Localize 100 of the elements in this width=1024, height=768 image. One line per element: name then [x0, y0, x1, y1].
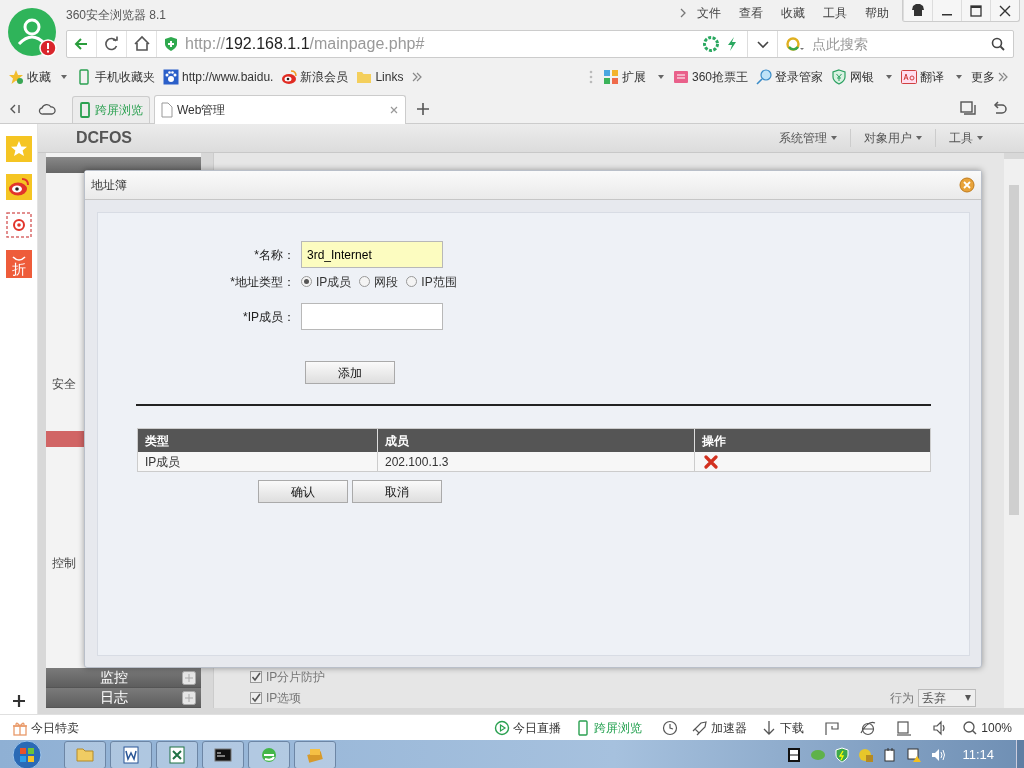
bookmark-link[interactable]: Links: [356, 68, 404, 86]
film-icon[interactable]: [786, 747, 803, 763]
play-icon: [494, 719, 511, 736]
radio-option[interactable]: IP范围: [406, 272, 457, 291]
phone-icon: [76, 69, 92, 85]
menu-item[interactable]: 帮助: [865, 4, 889, 22]
grip-icon: [588, 69, 593, 85]
add-button[interactable]: 添加: [305, 361, 395, 384]
shield-icon[interactable]: [834, 747, 851, 763]
action-select[interactable]: 丢弃: [918, 688, 976, 707]
column-header[interactable]: 类型: [138, 429, 378, 452]
window-title: 360安全浏览器 8.1: [66, 7, 168, 24]
translate-icon: [901, 69, 917, 85]
menu-item[interactable]: 收藏: [781, 4, 805, 22]
shield-icon: [831, 69, 847, 85]
bookmark-link[interactable]: http://www.baidu.: [163, 68, 274, 86]
bookmark-link[interactable]: 手机收藏夹: [76, 68, 155, 86]
cloud-icon[interactable]: [38, 102, 56, 116]
status-button[interactable]: 今日直播: [494, 718, 562, 737]
menu-item[interactable]: 查看: [739, 4, 763, 22]
option-label: IP分片防护: [266, 668, 326, 686]
nav-highlight[interactable]: [46, 431, 86, 447]
scrollbar[interactable]: [1004, 159, 1024, 708]
toolbar-button[interactable]: 翻译: [901, 68, 963, 86]
status-button[interactable]: 加速器: [692, 718, 748, 737]
caret-icon: [831, 135, 837, 141]
dropdown-menu-button[interactable]: 工具: [935, 129, 996, 147]
spreadsheet-icon[interactable]: [167, 745, 187, 765]
status-button[interactable]: 下载: [761, 718, 805, 737]
status-dot-icon[interactable]: [810, 747, 827, 763]
table-cell: 202.100.1.3: [378, 452, 695, 471]
dropdown-menu-button[interactable]: 系统管理: [766, 129, 850, 147]
ip-member-field[interactable]: [301, 303, 443, 330]
field-label: *IP成员：: [242, 308, 296, 326]
start-button[interactable]: [10, 740, 44, 768]
field-label: *名称：: [253, 246, 296, 264]
browser-icon[interactable]: [860, 719, 877, 736]
bookmark-link[interactable]: 新浪会员: [281, 68, 349, 86]
paw-icon: [163, 69, 179, 85]
field-label: *地址类型：: [229, 273, 296, 291]
nav-group-label: 安全: [51, 376, 77, 393]
radio-option[interactable]: 网段: [359, 272, 399, 291]
nav-section-header[interactable]: 日志: [46, 688, 201, 708]
checkbox[interactable]: [250, 691, 262, 704]
delete-icon[interactable]: [704, 454, 718, 469]
status-link[interactable]: 今日特卖: [12, 718, 79, 737]
clock-icon[interactable]: [662, 719, 679, 736]
dialog-button[interactable]: 确认: [258, 480, 348, 503]
caret-icon: [955, 73, 963, 81]
nav-section-header[interactable]: 监控: [46, 668, 201, 688]
star-icon: [8, 69, 24, 85]
status-button[interactable]: 跨屏浏览: [575, 718, 643, 737]
name-field[interactable]: 3rd_Internet: [301, 241, 443, 268]
bookmark-link[interactable]: 收藏: [8, 68, 68, 86]
browser-tab[interactable]: Web管理: [154, 95, 406, 124]
add-icon[interactable]: [11, 694, 26, 708]
flag-icon[interactable]: [824, 719, 841, 736]
search-icon: [962, 719, 979, 736]
toolbar-button[interactable]: 360抢票王: [672, 68, 748, 86]
folder-icon: [356, 69, 373, 85]
show-desktop-button[interactable]: [1016, 740, 1024, 768]
undo-icon[interactable]: [992, 101, 1008, 117]
toolbar-button[interactable]: 扩展: [602, 68, 665, 86]
word-icon[interactable]: [121, 745, 141, 765]
menu-item[interactable]: 工具: [823, 4, 847, 22]
toolbar-button[interactable]: 更多: [971, 68, 1008, 86]
menu-item[interactable]: 文件: [697, 4, 721, 22]
column-header[interactable]: 操作: [695, 429, 930, 452]
skin-icon[interactable]: [910, 2, 926, 19]
toolbar-button[interactable]: 网银: [831, 68, 893, 86]
windows-icon[interactable]: [960, 101, 976, 117]
app-logo: DCFOS: [76, 128, 133, 148]
network-warning-icon[interactable]: [906, 747, 923, 763]
table-cell: IP成员: [138, 452, 378, 471]
dialog-button[interactable]: 取消: [352, 480, 442, 503]
caret-icon: [916, 135, 922, 141]
collapse-icon[interactable]: [8, 102, 22, 116]
column-header[interactable]: 成员: [378, 429, 695, 452]
grid-icon: [602, 69, 619, 85]
double-chevron-icon: [998, 71, 1008, 83]
chevron-right-icon[interactable]: [678, 7, 688, 19]
avatar-icon[interactable]: [8, 8, 58, 58]
expand-icon[interactable]: [182, 690, 196, 705]
caret-icon: [964, 693, 972, 702]
rocket-icon: [692, 719, 709, 736]
dropdown-menu-button[interactable]: 对象用户: [850, 129, 935, 147]
double-chevron-icon[interactable]: [411, 71, 424, 83]
checkbox[interactable]: [250, 670, 262, 683]
radio-option[interactable]: IP成员: [301, 272, 352, 291]
new-tab-icon[interactable]: [416, 102, 430, 116]
toolbar-button[interactable]: 登录管家: [756, 68, 823, 86]
status-button[interactable]: 100%: [962, 718, 1012, 737]
window-icon[interactable]: [896, 719, 913, 736]
maximize-icon[interactable]: [968, 2, 984, 19]
nav-group-label: 控制: [51, 555, 77, 572]
weibo-icon[interactable]: [5, 174, 32, 200]
eye-icon: [281, 69, 298, 85]
expand-icon[interactable]: [182, 670, 196, 685]
page-icon: [161, 102, 173, 118]
terminal-icon[interactable]: [213, 745, 233, 765]
